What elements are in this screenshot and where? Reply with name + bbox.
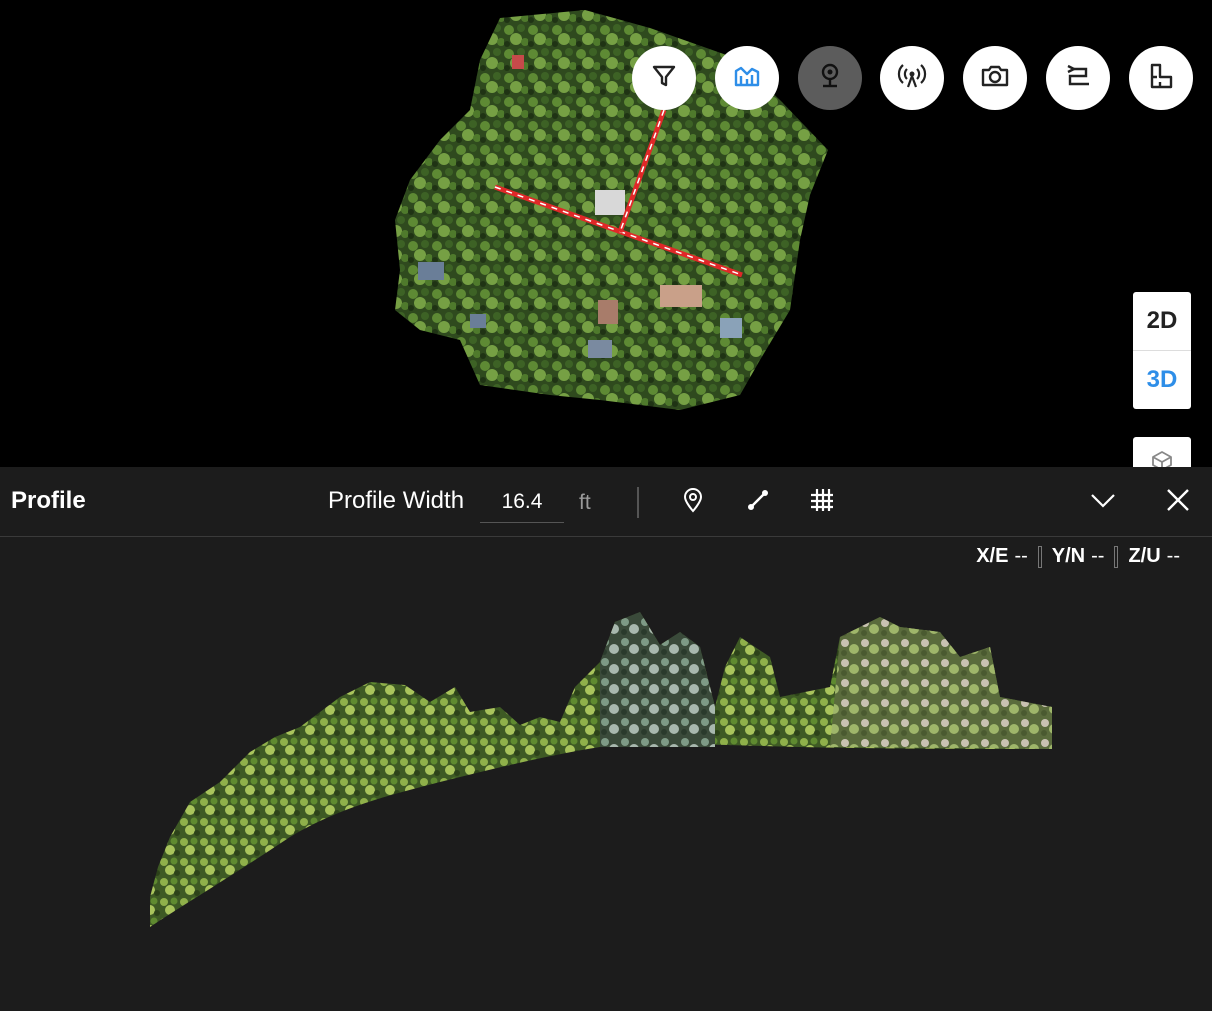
view-2d-button[interactable]: 2D [1133,292,1191,351]
view-3d-button[interactable]: 3D [1133,351,1191,409]
view-mode-toggle: 2D 3D [1133,292,1191,409]
location-marker-button[interactable] [798,46,862,110]
camera-icon [979,60,1011,97]
grid-icon [808,486,836,519]
map-pin-icon [680,487,706,518]
terrain-vegetation [150,612,1052,927]
profile-width-unit: ft [579,491,591,514]
point-cloud-map[interactable] [0,0,1212,467]
profile-panel: Profile Profile Width ft [0,467,1212,1011]
close-panel-button[interactable] [1160,484,1196,520]
route-button[interactable] [1046,46,1110,110]
camera-button[interactable] [963,46,1027,110]
collapse-panel-button[interactable] [1085,484,1121,520]
location-pin-icon [814,60,846,97]
header-divider [637,487,639,518]
filter-button[interactable] [632,46,696,110]
close-icon [1165,487,1191,518]
profile-cross-section[interactable] [0,537,1212,1011]
profile-width-input[interactable] [480,481,564,523]
3d-viewport[interactable]: 2D 3D [0,0,1212,467]
line-measure-icon [745,487,771,518]
profile-chart-icon [731,60,763,97]
profile-width-label: Profile Width [328,487,465,514]
broadcast-icon [896,60,928,97]
route-icon [1062,60,1094,97]
profile-title: Profile [11,487,86,514]
broadcast-button[interactable] [880,46,944,110]
floor-plan-button[interactable] [1129,46,1193,110]
chevron-down-icon [1089,486,1117,519]
floor-plan-icon [1145,60,1177,97]
grid-toggle-button[interactable] [804,484,840,520]
pin-tool-button[interactable] [675,484,711,520]
line-tool-button[interactable] [740,484,776,520]
filter-icon [648,60,680,97]
view-cube-button[interactable] [1133,437,1191,467]
cube-icon [1150,449,1174,467]
profile-header: Profile Profile Width ft [0,467,1212,537]
profile-chart-button[interactable] [715,46,779,110]
